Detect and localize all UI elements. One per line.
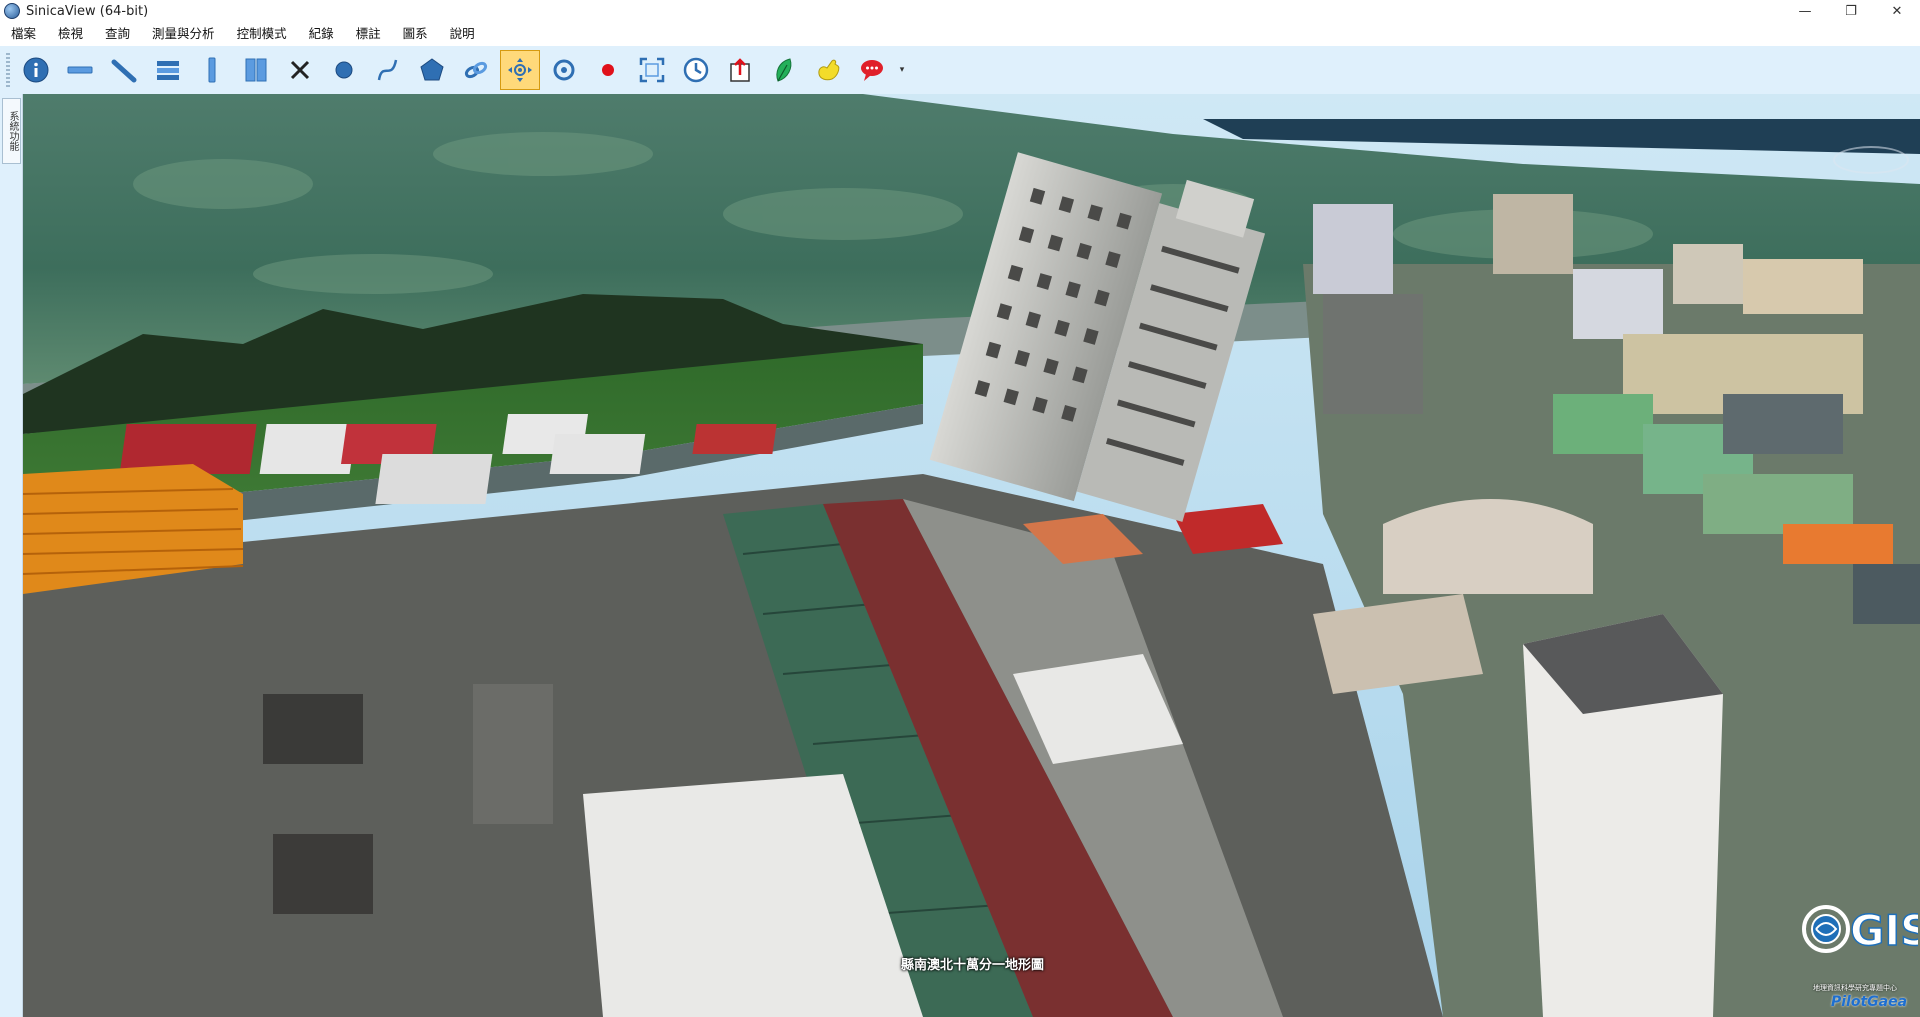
hand-icon [818,59,840,81]
history-button[interactable] [676,50,716,90]
pilotgaea-logo: PilotGaea [1831,994,1908,1010]
link-icon [464,61,488,79]
comment-icon [861,60,883,81]
fullscreen-button[interactable] [632,50,672,90]
comment-button[interactable] [852,50,892,90]
window-title: SinicaView (64-bit) [26,3,149,19]
link-button[interactable] [456,50,496,90]
book-button[interactable] [236,50,276,90]
toolbar-grip[interactable] [6,53,10,87]
horizontal-line-button[interactable] [60,50,100,90]
window-controls: — ❐ ✕ [1782,0,1920,22]
side-panel: 系統功能 [0,94,23,1017]
system-functions-tab[interactable]: 系統功能 [2,98,21,164]
circle-button[interactable] [324,50,364,90]
export-button[interactable] [720,50,760,90]
menu-help[interactable]: 說明 [439,22,486,46]
diagonal-line-button[interactable] [104,50,144,90]
export-icon [730,58,750,82]
book-icon [245,58,267,82]
vertical-bar-icon [208,57,216,83]
menu-file[interactable]: 檔案 [0,22,47,46]
leaf-button[interactable] [764,50,804,90]
gis-logo-text: GIS [1850,906,1918,955]
diagonal-line-icon [111,59,137,83]
title-bar: SinicaView (64-bit) — ❐ ✕ [0,0,1920,22]
navigation-ring[interactable] [1833,146,1909,174]
clear-x-icon [290,60,310,80]
horizontal-line-icon [67,66,93,74]
hand-button[interactable] [808,50,848,90]
record-button[interactable] [588,50,628,90]
menu-record[interactable]: 紀錄 [298,22,345,46]
curve-icon [377,59,398,81]
close-button[interactable]: ✕ [1874,0,1920,22]
pan-navigate-icon [508,58,532,82]
history-clock-icon [683,57,709,83]
record-icon [602,64,614,76]
map-3d-viewport[interactable]: 縣南澳北十萬分一地形圖 GIS 地理資訊科學研究專題中心 PilotGaea [23,94,1920,1017]
menu-annotation[interactable]: 標註 [345,22,392,46]
scene-rendering [23,94,1920,1017]
fullscreen-icon [639,57,665,83]
gis-logo-subtext: 地理資訊科學研究專題中心 [1813,984,1897,992]
polygon-icon [420,58,444,81]
restore-button[interactable]: ❐ [1828,0,1874,22]
menu-bar: 檔案 檢視 查詢 測量與分析 控制模式 紀錄 標註 圖系 說明 [0,22,1920,46]
rotate-icon [553,59,575,81]
toolbar: ▾ [0,46,1920,95]
leaf-icon [776,58,792,82]
clear-button[interactable] [280,50,320,90]
menu-map-series[interactable]: 圖系 [392,22,439,46]
circle-icon [335,61,353,79]
rotate-button[interactable] [544,50,584,90]
vertical-bar-button[interactable] [192,50,232,90]
menu-measure-analysis[interactable]: 測量與分析 [141,22,226,46]
toolbar-overflow-dropdown[interactable]: ▾ [896,50,908,90]
menu-query[interactable]: 查詢 [94,22,141,46]
minimize-button[interactable]: — [1782,0,1828,22]
info-button[interactable] [16,50,56,90]
info-icon [23,57,49,83]
gis-logo: GIS [1802,905,1918,956]
stacked-bars-icon [157,61,179,80]
stacked-bars-button[interactable] [148,50,188,90]
pan-navigate-button[interactable] [500,50,540,90]
curve-button[interactable] [368,50,408,90]
menu-control-mode[interactable]: 控制模式 [226,22,298,46]
app-icon [4,3,20,19]
polygon-button[interactable] [412,50,452,90]
map-layer-caption: 縣南澳北十萬分一地形圖 [901,958,1045,973]
menu-view[interactable]: 檢視 [47,22,94,46]
